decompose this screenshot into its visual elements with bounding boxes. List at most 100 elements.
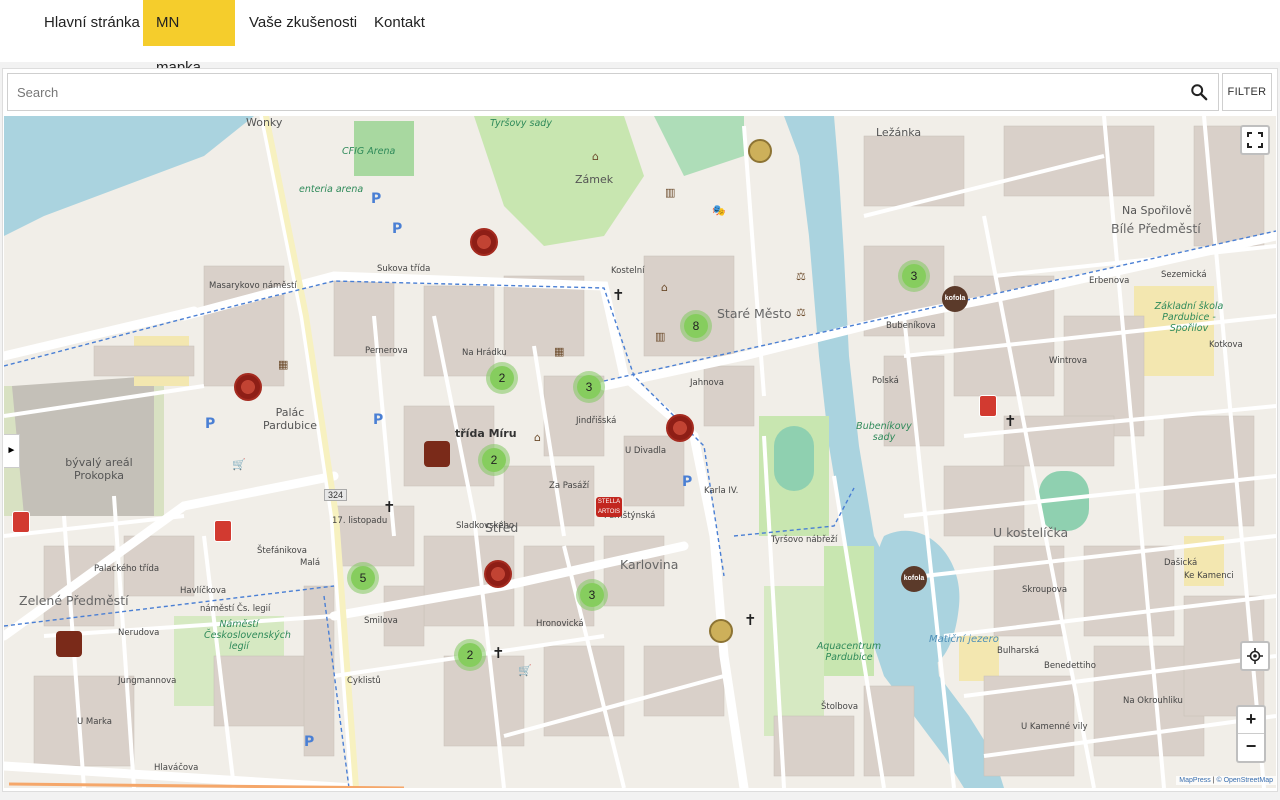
map-label-bubenikovy-sady: Bubeníkovy sady — [856, 421, 912, 443]
court-icon: ⚖ — [796, 270, 806, 283]
parking-icon: P — [371, 191, 382, 207]
stella-artois-marker[interactable]: STELLA ARTOIS — [596, 497, 622, 517]
nav-home[interactable]: Hlavní stránka — [31, 0, 153, 46]
map-label-zamek: Zámek — [575, 173, 614, 186]
parking-icon: P — [205, 416, 216, 432]
pub-marker[interactable] — [484, 560, 512, 588]
zoom-in-button[interactable]: + — [1238, 707, 1264, 734]
cluster-marker[interactable]: 5 — [347, 562, 379, 594]
street-na-okrouhliku: Na Okrouhliku — [1123, 696, 1183, 706]
street-polska: Polská — [872, 376, 899, 386]
cluster-marker[interactable]: 3 — [573, 371, 605, 403]
museum-icon: ⌂ — [534, 431, 541, 444]
street-wintrova: Wintrova — [1049, 356, 1088, 366]
street-hronovicka: Hronovická — [536, 619, 584, 629]
pub-marker[interactable] — [666, 414, 694, 442]
cluster-marker[interactable]: 2 — [478, 444, 510, 476]
library-icon: ▥ — [665, 186, 676, 199]
kozel-marker[interactable] — [424, 441, 450, 467]
search-icon[interactable] — [1190, 83, 1208, 101]
cinema-icon: ▦ — [278, 358, 289, 371]
map-label-wonky: Wonky — [246, 116, 283, 129]
cluster-marker[interactable]: 2 — [486, 362, 518, 394]
street-u-kamenne-vily: U Kamenné vily — [1021, 722, 1088, 732]
street-cyklistu: Cyklistů — [347, 676, 381, 686]
map-label-namesti-cs-legii-street: náměstí Čs. legií — [200, 604, 271, 614]
map-attribution: MapPress | © OpenStreetMap — [1176, 776, 1276, 785]
street-stefanikova: Štefánikova — [257, 546, 307, 556]
cluster-marker[interactable]: 3 — [898, 260, 930, 292]
street-karla-iv: Karla IV. — [704, 486, 739, 496]
street-bubenikova: Bubeníkova — [886, 321, 936, 331]
museum-icon: ⌂ — [592, 150, 599, 163]
map-label-enteria-arena: enteria arena — [299, 184, 364, 195]
street-skroupova: Skroupova — [1022, 585, 1068, 595]
top-navigation: Hlavní stránka MN mapka Vaše zkušenosti … — [0, 0, 1280, 76]
attribution-osm[interactable]: © OpenStreetMap — [1216, 777, 1273, 784]
map-label-lezanka: Ležánka — [876, 126, 922, 139]
street-sukova: Sukova třída — [377, 264, 431, 274]
parking-icon: P — [682, 474, 693, 490]
map-label-aquacentrum: Aquacentrum Pardubice — [816, 641, 882, 663]
street-sezemicka: Sezemická — [1161, 270, 1207, 280]
street-kostelni: Kostelní — [611, 266, 645, 276]
street-jindrisska: Jindřišská — [576, 416, 617, 426]
map-label-zelene-predmesti: Zelené Předměstí — [19, 593, 129, 608]
fullscreen-icon — [1247, 132, 1263, 148]
court-icon: ⚖ — [796, 306, 806, 319]
chodovar-marker[interactable] — [56, 631, 82, 657]
shopping-icon: 🛒 — [518, 664, 532, 677]
nav-kontakt[interactable]: Kontakt — [361, 0, 438, 46]
street-kotkova: Kotkova — [1209, 340, 1243, 350]
map-canvas[interactable]: Wonky CFIG Arena enteria arena Tyršovy s… — [4, 116, 1276, 788]
filter-button[interactable]: FILTER — [1222, 73, 1272, 111]
cluster-marker[interactable]: 3 — [576, 579, 608, 611]
brewery-marker[interactable] — [709, 619, 733, 643]
map-label-namesti-cs-legii: Náměstí Československých legií — [204, 619, 291, 652]
kofola-marker[interactable]: kofola — [901, 566, 927, 592]
pub-marker-red[interactable] — [12, 511, 30, 533]
kofola-marker[interactable]: kofola — [942, 286, 968, 312]
street-bulharska: Bulharská — [997, 646, 1040, 656]
church-icon: ✝ — [1004, 412, 1017, 430]
street-mala: Malá — [300, 558, 321, 568]
pub-marker[interactable] — [234, 373, 262, 401]
street-na-hradku: Na Hrádku — [462, 348, 507, 358]
street-stolbova: Štolbova — [821, 702, 859, 712]
theatre-icon: 🎭 — [712, 204, 726, 217]
street-17-listopadu: 17. listopadu — [332, 516, 388, 526]
street-havlickova: Havlíčkova — [180, 586, 227, 596]
route-number-shield: 324 — [324, 489, 348, 501]
shopping-icon: 🛒 — [232, 458, 246, 471]
street-hlavacova: Hlaváčova — [154, 763, 199, 773]
sidebar-toggle[interactable]: ► — [4, 434, 20, 468]
street-dasicka: Dašická — [1164, 558, 1198, 568]
locate-icon — [1247, 648, 1263, 664]
street-jungmannova: Jungmannova — [118, 676, 177, 686]
parking-icon: P — [304, 734, 315, 750]
pub-marker[interactable] — [470, 228, 498, 256]
nav-mn-mapka[interactable]: MN mapka — [143, 0, 235, 76]
pub-marker-red[interactable] — [979, 395, 997, 417]
cluster-marker[interactable]: 8 — [680, 310, 712, 342]
street-u-divadla: U Divadla — [625, 446, 667, 456]
zoom-out-button[interactable]: − — [1238, 734, 1264, 761]
nav-vase-zkusenosti[interactable]: Vaše zkušenosti — [236, 0, 370, 46]
street-masarykovo: Masarykovo náměstí — [209, 281, 297, 291]
map-label-stare-mesto: Staré Město — [717, 306, 792, 321]
parking-icon: P — [373, 412, 384, 428]
brewery-marker[interactable] — [748, 139, 772, 163]
attribution-mappress[interactable]: MapPress — [1179, 777, 1211, 784]
street-ke-kamenci: Ke Kamenci — [1184, 571, 1234, 581]
locate-button[interactable] — [1240, 641, 1270, 671]
church-icon: ✝ — [383, 498, 396, 516]
map-label-maticni-jezero: Matiční jezero — [929, 634, 999, 645]
pub-marker-red[interactable] — [214, 520, 232, 542]
street-smilova: Smilova — [364, 616, 398, 626]
street-jahnova: Jahnova — [690, 378, 724, 388]
cluster-marker[interactable]: 2 — [454, 639, 486, 671]
search-bar — [7, 73, 1219, 111]
fullscreen-button[interactable] — [1240, 125, 1270, 155]
search-input[interactable] — [8, 74, 1178, 110]
map-label-cfig-arena: CFIG Arena — [342, 146, 396, 157]
